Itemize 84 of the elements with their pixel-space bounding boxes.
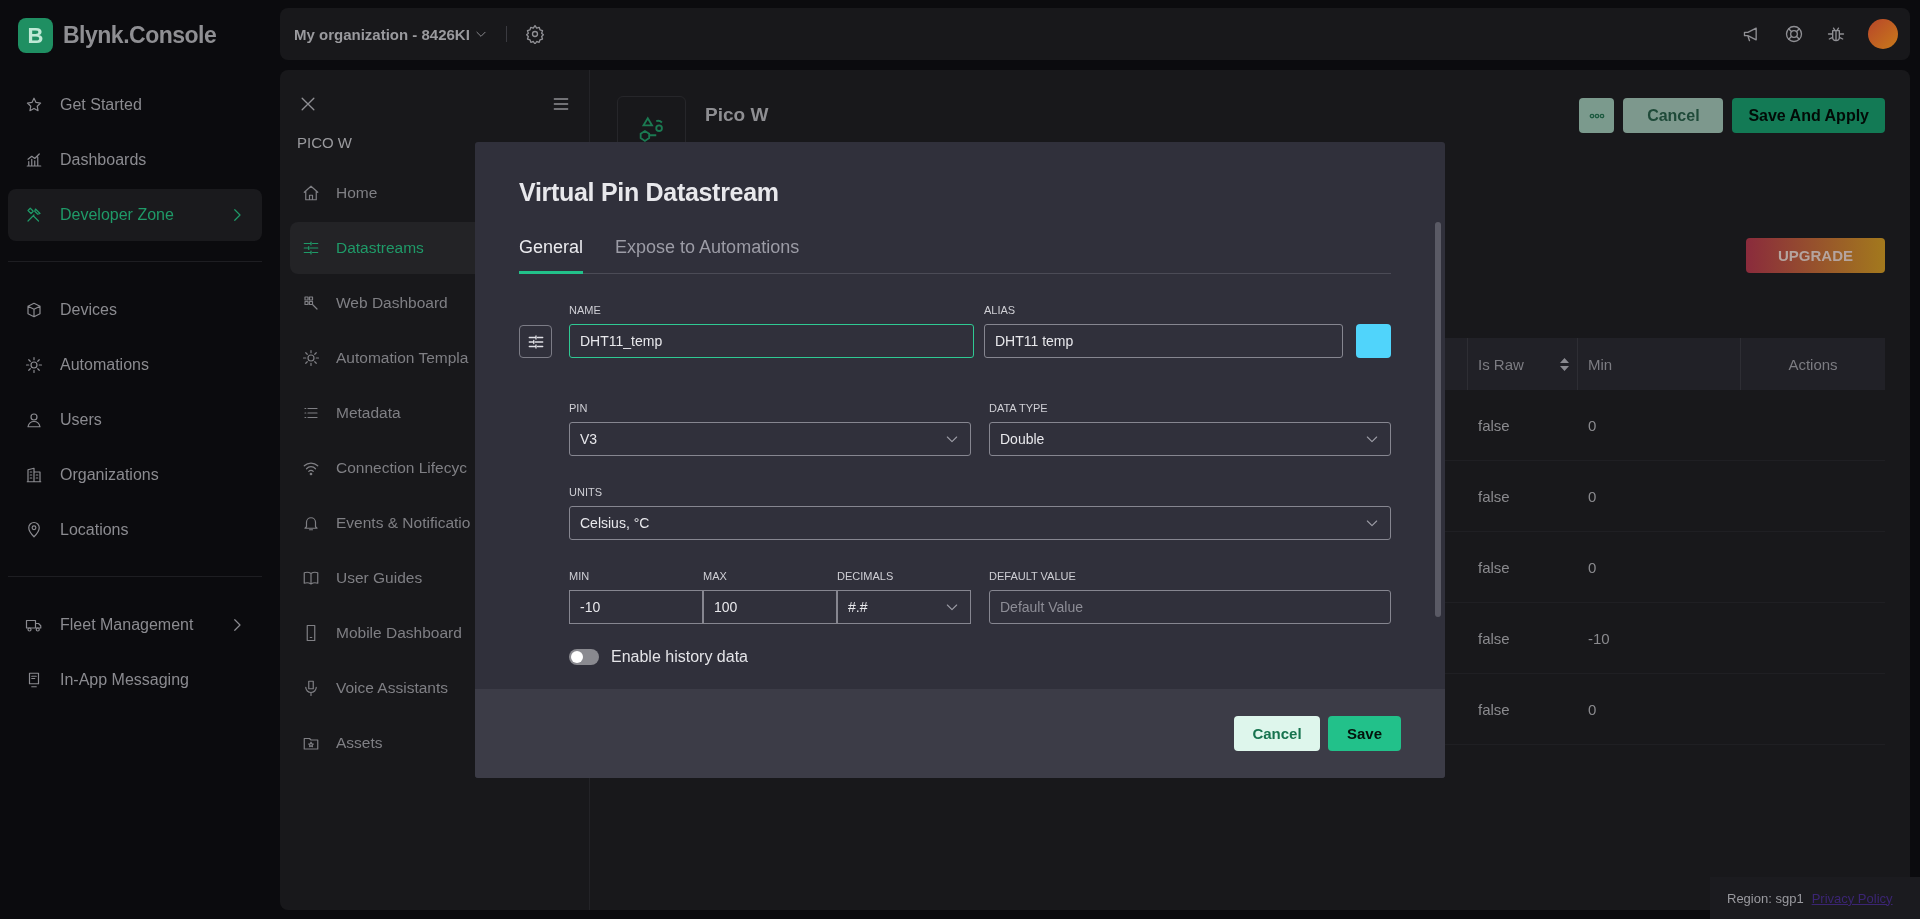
tab[interactable]: Expose to Automations bbox=[615, 237, 800, 274]
sidebar-item[interactable]: In-App Messaging bbox=[8, 654, 262, 706]
table-cell-text: false bbox=[1477, 699, 1511, 720]
microphone-icon bbox=[302, 679, 320, 697]
save-button[interactable]: Save bbox=[1328, 716, 1401, 751]
select-field[interactable]: V3 bbox=[569, 422, 971, 456]
device-title: PICO W bbox=[297, 134, 353, 151]
bar-chart-icon bbox=[25, 151, 43, 169]
sidebar-item[interactable]: Dashboards bbox=[8, 134, 262, 186]
field-label: NAME bbox=[569, 304, 602, 318]
device-name: Pico W bbox=[705, 104, 769, 126]
sidebar-item[interactable]: Users bbox=[8, 394, 262, 446]
nav-item[interactable]: Voice Assistants bbox=[290, 662, 579, 714]
more-icon bbox=[1588, 112, 1605, 119]
dialog-title: Virtual Pin Datastream bbox=[519, 178, 780, 207]
sidebar-item[interactable]: Developer Zone bbox=[8, 189, 262, 241]
table-cell-text: -10 bbox=[1587, 628, 1611, 649]
avatar[interactable] bbox=[1868, 19, 1898, 49]
column-header: Actions bbox=[1740, 338, 1885, 390]
location-pin-icon bbox=[25, 521, 43, 539]
datastream-icon bbox=[302, 239, 320, 257]
sun-icon bbox=[25, 356, 43, 374]
table-cell-text: 0 bbox=[1587, 699, 1598, 720]
settings-icon[interactable] bbox=[524, 24, 545, 44]
toggle-switch[interactable] bbox=[569, 649, 599, 665]
table-cell-text: 0 bbox=[1587, 415, 1598, 436]
region-label: Region: sgp1 bbox=[1727, 890, 1804, 906]
user-icon bbox=[25, 411, 43, 429]
grid-icon bbox=[302, 294, 320, 312]
column-header: Min bbox=[1577, 338, 1740, 390]
column-header[interactable]: Is Raw bbox=[1467, 338, 1577, 390]
cancel-button[interactable]: Cancel bbox=[1234, 716, 1320, 751]
cube-icon bbox=[25, 301, 43, 319]
table-cell-text: false bbox=[1477, 557, 1511, 578]
lifebuoy-icon[interactable] bbox=[1784, 24, 1804, 44]
nav-item[interactable]: Assets bbox=[290, 717, 579, 769]
sun-icon bbox=[302, 349, 320, 367]
sidebar-item[interactable]: Automations bbox=[8, 339, 262, 391]
field-label: PIN bbox=[569, 402, 589, 416]
sidebar-item[interactable]: Fleet Management bbox=[8, 599, 262, 651]
color-swatch[interactable] bbox=[1356, 324, 1391, 358]
tab[interactable]: General bbox=[519, 237, 584, 274]
field-label: UNITS bbox=[569, 486, 603, 500]
star-icon bbox=[25, 96, 43, 114]
table-cell-text: false bbox=[1477, 628, 1511, 649]
select-field[interactable]: #.# bbox=[837, 590, 971, 624]
more-button[interactable] bbox=[1579, 98, 1615, 133]
logo-icon: B bbox=[18, 18, 53, 53]
brand-name: Blynk.Console bbox=[63, 22, 217, 49]
sidebar-item[interactable]: Locations bbox=[8, 504, 262, 556]
organization-dropdown[interactable]: My organization - 8426KI bbox=[294, 25, 488, 43]
sort-icon[interactable] bbox=[1560, 357, 1569, 371]
input-field[interactable]: DHT11 temp bbox=[984, 324, 1343, 358]
bug-icon[interactable] bbox=[1826, 24, 1846, 44]
input-field[interactable]: -10 bbox=[569, 590, 703, 624]
building-icon bbox=[25, 466, 43, 484]
toggle-label: Enable history data bbox=[611, 648, 748, 666]
sidebar-item[interactable]: Get Started bbox=[8, 79, 262, 131]
select-field[interactable]: Celsius, °C bbox=[569, 506, 1391, 540]
book-icon bbox=[302, 569, 320, 587]
sidebar-item[interactable]: Devices bbox=[8, 284, 262, 336]
sidebar-item[interactable]: Organizations bbox=[8, 449, 262, 501]
bell-icon bbox=[302, 514, 320, 532]
input-field[interactable]: 100 bbox=[703, 590, 837, 624]
select-field[interactable]: Double bbox=[989, 422, 1391, 456]
home-icon bbox=[302, 184, 320, 202]
input-field[interactable]: Default Value bbox=[989, 590, 1391, 624]
field-label: MAX bbox=[703, 570, 728, 584]
table-cell-text: false bbox=[1477, 415, 1511, 436]
field-label: MIN bbox=[569, 570, 591, 584]
table-cell-text: false bbox=[1477, 486, 1511, 507]
field-label: DATA TYPE bbox=[989, 402, 1049, 416]
table-cell-text: 0 bbox=[1587, 486, 1598, 507]
wifi-icon bbox=[302, 459, 320, 477]
cancel-button[interactable]: Cancel bbox=[1623, 98, 1724, 133]
input-field[interactable]: DHT11_temp bbox=[569, 324, 974, 358]
datastream-icon-button[interactable] bbox=[519, 325, 552, 358]
table-cell-text: 0 bbox=[1587, 557, 1598, 578]
field-label: ALIAS bbox=[984, 304, 1017, 318]
field-label: DECIMALS bbox=[837, 570, 895, 584]
save-and-apply-button[interactable]: Save And Apply bbox=[1732, 98, 1885, 133]
field-label: DEFAULT VALUE bbox=[989, 570, 1077, 584]
tools-icon bbox=[25, 206, 43, 224]
scrollbar[interactable] bbox=[1435, 222, 1441, 617]
